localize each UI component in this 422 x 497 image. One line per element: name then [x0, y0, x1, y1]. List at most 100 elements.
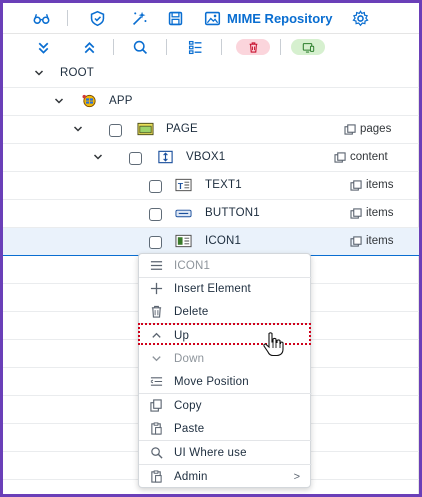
chevron-down-icon[interactable] [33, 67, 45, 79]
tree-row-root[interactable]: ROOT [3, 60, 419, 88]
tree-node-label: APP [109, 95, 133, 107]
shield-icon[interactable] [82, 3, 112, 34]
aggregation-label: pages [344, 123, 391, 135]
menu-item-label: Admin [174, 470, 208, 483]
expand-all-icon[interactable] [77, 34, 101, 60]
menu-item-label: Copy [174, 399, 202, 412]
aggregation-text: content [350, 151, 388, 163]
gear-icon[interactable] [348, 3, 372, 34]
row-checkbox[interactable] [129, 152, 142, 165]
aggregation-text: items [366, 235, 394, 247]
menu-item-label: Insert Element [174, 282, 251, 295]
aggregation-text: items [366, 207, 394, 219]
row-checkbox[interactable] [149, 180, 162, 193]
tree-row-text1[interactable]: T TEXT1 items [3, 172, 419, 200]
tree-node-label: VBOX1 [186, 151, 226, 163]
plus-icon [148, 281, 164, 297]
copy-icon [350, 207, 362, 219]
aggregation-text: pages [360, 123, 392, 135]
icon-element-icon [175, 234, 192, 248]
menu-item-label: UI Where use [174, 446, 247, 459]
menu-item-insert-element[interactable]: Insert Element [139, 277, 312, 300]
tree-node-label: TEXT1 [205, 179, 242, 191]
menu-item-delete[interactable]: Delete [139, 300, 312, 323]
copy-icon [344, 123, 356, 135]
mime-repository-label: MIME Repository [227, 10, 333, 26]
delete-icon [249, 41, 257, 53]
svg-text:T: T [178, 181, 184, 191]
tree-node-label: PAGE [166, 123, 198, 135]
row-checkbox[interactable] [109, 124, 122, 137]
app-icon [82, 94, 96, 108]
tree-node-label: ICON1 [205, 235, 242, 247]
magic-wand-icon[interactable] [124, 3, 154, 34]
chevron-down-icon[interactable] [72, 123, 84, 135]
menu-header-label: ICON1 [174, 259, 211, 272]
vbox-icon [158, 150, 173, 164]
aggregation-label: items [350, 207, 393, 219]
trash-icon [148, 304, 164, 320]
chevron-down-icon [148, 351, 164, 367]
aggregation-label: items [350, 179, 393, 191]
aggregation-text: items [366, 179, 394, 191]
tree-node-label: ROOT [60, 67, 95, 79]
tree-row-icon1[interactable]: ICON1 items [3, 228, 419, 256]
tree-row-vbox1[interactable]: VBOX1 content [3, 144, 419, 172]
menu-item-label: Move Position [174, 375, 249, 388]
collapse-all-icon[interactable] [31, 34, 55, 60]
toolbar-separator [221, 39, 222, 55]
menu-item-copy[interactable]: Copy [139, 394, 312, 417]
toolbar-separator [166, 39, 167, 55]
copy-icon [334, 151, 346, 163]
search-icon [148, 445, 164, 461]
copy-icon [350, 235, 362, 247]
context-menu: ICON1 Insert Element Delete Up Down Move… [138, 253, 312, 488]
hand-cursor-icon [263, 332, 284, 357]
tree-row-page[interactable]: PAGE pages [3, 116, 419, 144]
menu-lines-icon [148, 258, 164, 274]
page-icon [137, 122, 154, 136]
delete-button[interactable] [236, 39, 270, 55]
menu-item-move-position[interactable]: Move Position [139, 370, 312, 393]
menu-item-paste[interactable]: Paste [139, 417, 312, 440]
toolbar-separator [280, 39, 281, 55]
aggregation-label: items [350, 235, 393, 247]
toolbar-separator [67, 10, 68, 26]
menu-item-down[interactable]: Down [139, 347, 312, 370]
search-icon[interactable] [128, 34, 152, 60]
screen-button[interactable] [291, 39, 325, 55]
copy-icon [148, 398, 164, 414]
menu-item-ui-where-use[interactable]: UI Where use [139, 441, 312, 464]
save-icon[interactable] [160, 3, 190, 34]
up-highlight-box [138, 323, 311, 345]
text-icon: T [175, 178, 192, 192]
admin-icon [148, 469, 164, 485]
aggregation-label: content [334, 151, 388, 163]
tree-row-button1[interactable]: BUTTON1 items [3, 200, 419, 228]
mime-repository-button[interactable]: MIME Repository [204, 3, 332, 34]
menu-header: ICON1 [139, 254, 312, 277]
main-toolbar: MIME Repository [3, 3, 419, 34]
app-frame: MIME Repository ROOT APP PAGE pages VBOX… [0, 0, 422, 497]
toolbar-separator [113, 39, 114, 55]
menu-item-label: Down [174, 352, 205, 365]
row-checkbox[interactable] [149, 236, 162, 249]
chevron-down-icon[interactable] [92, 151, 104, 163]
tree-node-label: BUTTON1 [205, 207, 260, 219]
chevron-down-icon[interactable] [53, 95, 65, 107]
submenu-arrow: > [293, 470, 300, 483]
screen-icon [302, 42, 314, 53]
glasses-icon[interactable] [25, 3, 57, 34]
copy-icon [350, 179, 362, 191]
menu-item-admin[interactable]: Admin > [139, 465, 312, 488]
list-icon[interactable] [183, 34, 207, 60]
menu-item-label: Paste [174, 422, 205, 435]
paste-icon [148, 421, 164, 437]
tree-toolbar [3, 34, 419, 60]
tree-row-app[interactable]: APP [3, 88, 419, 116]
menu-item-label: Delete [174, 305, 209, 318]
image-icon [204, 11, 221, 25]
button-icon [175, 209, 192, 218]
row-checkbox[interactable] [149, 208, 162, 221]
move-icon [148, 374, 164, 390]
